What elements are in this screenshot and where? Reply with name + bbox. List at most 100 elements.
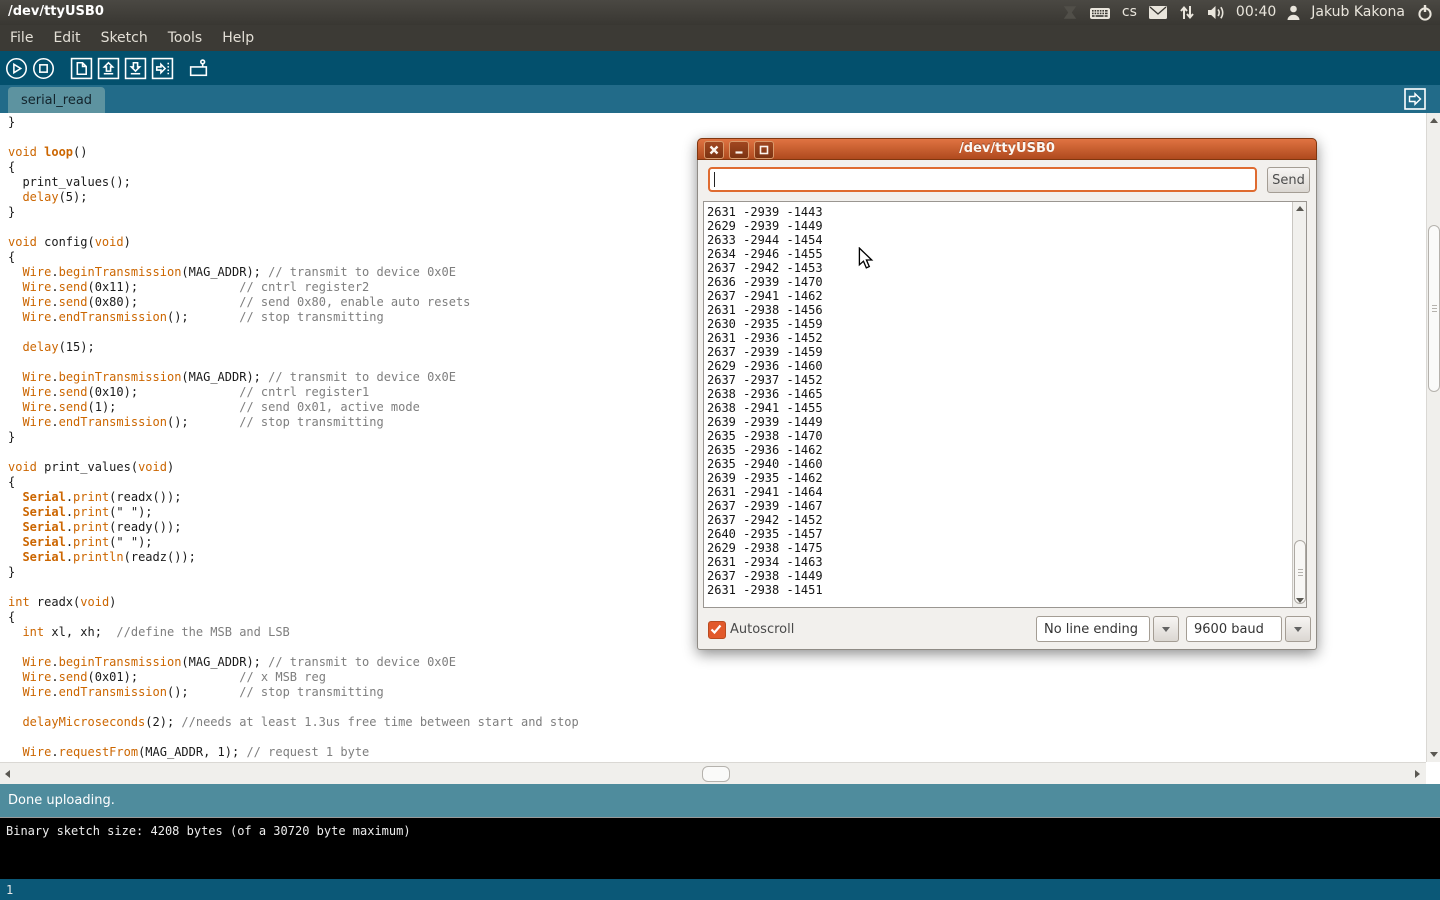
serial-line: 2631 -2936 -1452 — [707, 331, 823, 345]
scroll-up-arrow[interactable] — [1430, 118, 1438, 123]
line-ending-select[interactable]: No line ending — [1036, 616, 1179, 642]
editor-scroll-thumb[interactable] — [1428, 225, 1440, 392]
code-line — [8, 325, 579, 340]
code-line: } — [8, 565, 579, 580]
code-line: Serial.print(" "); — [8, 535, 579, 550]
serial-line: 2638 -2941 -1455 — [707, 401, 823, 415]
code-line: Wire.beginTransmission(MAG_ADDR); // tra… — [8, 265, 579, 280]
code-line: { — [8, 610, 579, 625]
verify-button[interactable] — [5, 57, 28, 80]
keyboard-icon[interactable] — [1089, 4, 1111, 22]
code-line: void loop() — [8, 145, 579, 160]
baud-rate-select[interactable]: 9600 baud — [1186, 616, 1311, 642]
code-line: Wire.endTransmission(); // stop transmit… — [8, 310, 579, 325]
baud-rate-value: 9600 baud — [1194, 622, 1264, 637]
code-line — [8, 580, 579, 595]
serial-output-panel: 2631 -2939 -14432629 -2939 -14492633 -29… — [703, 201, 1307, 608]
toolbar — [0, 51, 1440, 85]
code-line — [8, 445, 579, 460]
code-line: Wire.endTransmission(); // stop transmit… — [8, 685, 579, 700]
stop-button[interactable] — [32, 57, 55, 80]
keyboard-layout-indicator[interactable]: cs — [1122, 0, 1137, 25]
code-line: Serial.print(" "); — [8, 505, 579, 520]
code-line: delay(15); — [8, 340, 579, 355]
serial-scroll-thumb[interactable] — [1294, 540, 1306, 604]
serial-monitor-button[interactable] — [187, 57, 210, 80]
menu-sketch[interactable]: Sketch — [101, 30, 148, 46]
serial-line: 2631 -2941 -1464 — [707, 485, 823, 499]
editor-vertical-scrollbar[interactable] — [1426, 113, 1440, 762]
serial-line: 2630 -2935 -1459 — [707, 317, 823, 331]
menubar: File Edit Sketch Tools Help — [0, 25, 1440, 51]
send-button[interactable]: Send — [1267, 167, 1310, 193]
serial-line: 2636 -2939 -1470 — [707, 275, 823, 289]
menu-edit[interactable]: Edit — [53, 30, 80, 46]
serial-line: 2635 -2938 -1470 — [707, 429, 823, 443]
serial-scrollbar[interactable] — [1292, 202, 1306, 607]
serial-line: 2633 -2944 -1454 — [707, 233, 823, 247]
tab-menu-button[interactable] — [1404, 88, 1426, 110]
mouse-cursor — [858, 247, 874, 273]
code-line: delayMicroseconds(2); //needs at least 1… — [8, 715, 579, 730]
volume-icon[interactable] — [1206, 4, 1225, 21]
serial-monitor-titlebar[interactable]: /dev/ttyUSB0 — [697, 138, 1317, 160]
serial-line: 2634 -2946 -1455 — [707, 247, 823, 261]
line-ending-value: No line ending — [1044, 622, 1138, 637]
line-ending-dropdown-arrow[interactable] — [1153, 616, 1179, 642]
serial-scroll-down-arrow[interactable] — [1296, 598, 1304, 603]
code-line: { — [8, 160, 579, 175]
autoscroll-checkbox[interactable] — [708, 621, 726, 639]
tab-serial-read[interactable]: serial_read — [8, 87, 105, 113]
editor-horizontal-scrollbar[interactable] — [0, 762, 1426, 784]
serial-line: 2635 -2940 -1460 — [707, 457, 823, 471]
serial-line: 2637 -2939 -1459 — [707, 345, 823, 359]
code-line: Wire.endTransmission(); // stop transmit… — [8, 415, 579, 430]
code-line: Serial.println(readz()); — [8, 550, 579, 565]
code-line: print_values(); — [8, 175, 579, 190]
save-sketch-button[interactable] — [124, 57, 147, 80]
open-sketch-button[interactable] — [97, 57, 120, 80]
scroll-down-arrow[interactable] — [1430, 752, 1438, 757]
code-line: Wire.send(1); // send 0x01, active mode — [8, 400, 579, 415]
user-icon[interactable] — [1287, 5, 1300, 21]
scroll-left-arrow[interactable] — [5, 770, 10, 778]
code-line: } — [8, 205, 579, 220]
menu-file[interactable]: File — [10, 30, 33, 46]
mail-icon[interactable] — [1148, 5, 1168, 20]
upload-button[interactable] — [151, 57, 174, 80]
session-power-icon[interactable] — [1416, 4, 1434, 22]
code-line — [8, 220, 579, 235]
code-line: { — [8, 475, 579, 490]
new-sketch-button[interactable] — [70, 57, 93, 80]
network-arrows-icon[interactable] — [1179, 4, 1195, 21]
serial-line: 2639 -2939 -1449 — [707, 415, 823, 429]
code-line: Wire.send(0x11); // cntrl register2 — [8, 280, 579, 295]
serial-line: 2631 -2934 -1463 — [707, 555, 823, 569]
top-panel: /dev/ttyUSB0 cs — [0, 0, 1440, 25]
menu-tools[interactable]: Tools — [168, 30, 203, 46]
serial-output: 2631 -2939 -14432629 -2939 -14492633 -29… — [707, 205, 823, 597]
serial-line: 2637 -2939 -1467 — [707, 499, 823, 513]
clock[interactable]: 00:40 — [1236, 0, 1276, 25]
serial-line: 2631 -2939 -1443 — [707, 205, 823, 219]
autoscroll-label: Autoscroll — [730, 622, 794, 637]
user-menu[interactable]: Jakub Kakona — [1311, 0, 1405, 25]
console-text: Binary sketch size: 4208 bytes (of a 307… — [6, 824, 411, 838]
code-line: delay(5); — [8, 190, 579, 205]
editor-hscroll-thumb[interactable] — [702, 766, 730, 782]
scroll-right-arrow[interactable] — [1415, 770, 1420, 778]
baud-dropdown-arrow[interactable] — [1285, 616, 1311, 642]
indicator-icon[interactable] — [1062, 4, 1078, 21]
serial-line: 2640 -2935 -1457 — [707, 527, 823, 541]
serial-line: 2631 -2938 -1451 — [707, 583, 823, 597]
serial-scroll-up-arrow[interactable] — [1296, 206, 1304, 211]
serial-line: 2629 -2936 -1460 — [707, 359, 823, 373]
serial-line: 2629 -2938 -1475 — [707, 541, 823, 555]
serial-line: 2629 -2939 -1449 — [707, 219, 823, 233]
serial-line: 2637 -2938 -1449 — [707, 569, 823, 583]
serial-send-input[interactable] — [708, 167, 1257, 192]
text-caret — [714, 172, 715, 187]
code-line: void print_values(void) — [8, 460, 579, 475]
menu-help[interactable]: Help — [222, 30, 254, 46]
code-line: { — [8, 250, 579, 265]
